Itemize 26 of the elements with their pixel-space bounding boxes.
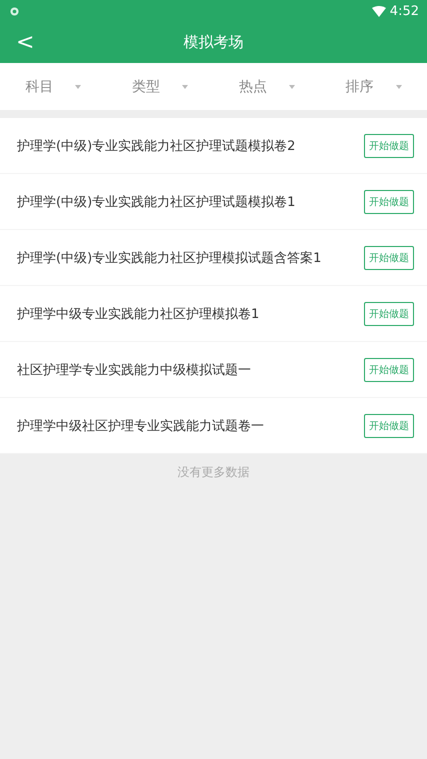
caret-icon — [75, 84, 82, 88]
status-time: 4:52 — [390, 4, 419, 18]
start-button[interactable]: 开始做题 — [364, 134, 414, 158]
exam-title: 护理学中级专业实践能力社区护理模拟卷1 — [17, 306, 260, 322]
back-button[interactable]: < — [0, 30, 50, 55]
filter-dropdown[interactable]: 科目 — [0, 76, 107, 96]
start-button[interactable]: 开始做题 — [364, 358, 414, 382]
caret-icon — [182, 84, 188, 88]
start-button[interactable]: 开始做题 — [364, 190, 414, 214]
app-icon — [10, 6, 19, 16]
exam-title: 社区护理学专业实践能力中级模拟试题一 — [17, 362, 251, 378]
start-button[interactable]: 开始做题 — [364, 414, 414, 438]
wifi-icon — [372, 6, 386, 16]
exam-title: 护理学(中级)专业实践能力社区护理模拟试题含答案1 — [17, 250, 322, 266]
exam-title: 护理学(中级)专业实践能力社区护理试题模拟卷2 — [17, 138, 296, 154]
start-button[interactable]: 开始做题 — [364, 246, 414, 270]
filter-dropdown[interactable]: 类型 — [106, 76, 214, 96]
start-button[interactable]: 开始做题 — [364, 302, 414, 326]
exam-title: 护理学中级社区护理专业实践能力试题卷一 — [17, 418, 264, 434]
filter-dropdown[interactable]: 排序 — [320, 76, 427, 96]
no-more-data-text: 没有更多数据 — [178, 464, 250, 481]
exam-title: 护理学(中级)专业实践能力社区护理试题模拟卷1 — [17, 194, 296, 210]
caret-icon — [396, 84, 402, 88]
page-title: 模拟考场 — [184, 33, 244, 52]
filter-dropdown[interactable]: 热点 — [214, 76, 320, 96]
caret-icon — [288, 84, 295, 88]
